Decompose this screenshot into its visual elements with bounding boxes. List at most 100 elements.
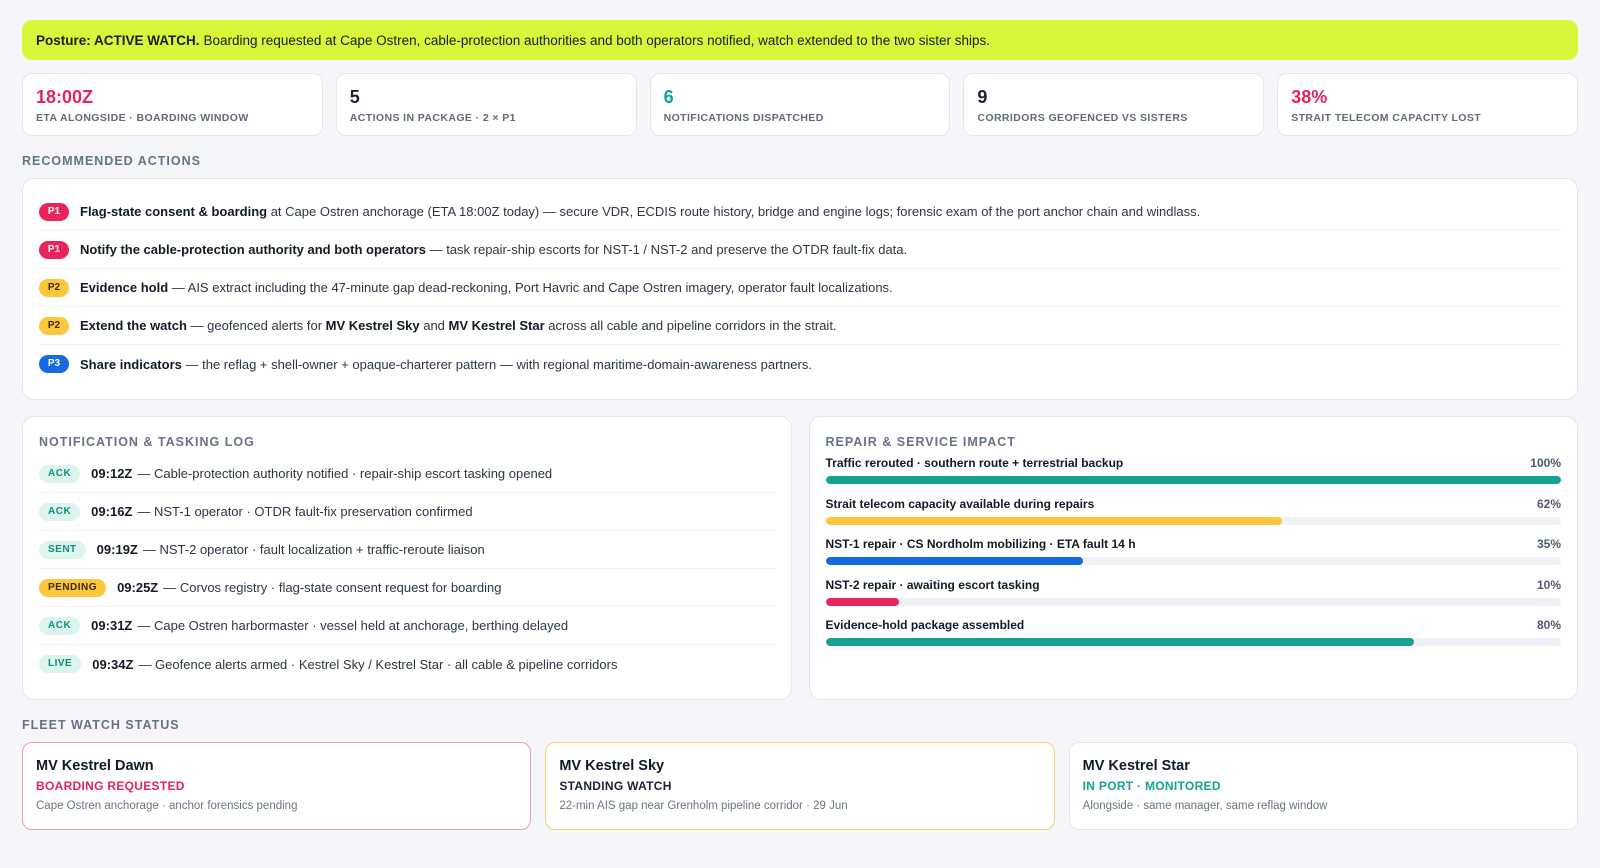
action-text: Evidence hold — AIS extract including th…: [80, 280, 893, 295]
action-text: Notify the cable-protection authority an…: [80, 242, 908, 257]
log-text: — Geofence alerts armed · Kestrel Sky / …: [138, 656, 618, 672]
log-entry[interactable]: ACK 09:16Z — NST-1 operator · OTDR fault…: [39, 493, 775, 531]
impact-label: Evidence-hold package assembled: [825, 618, 1025, 632]
log-time: 09:25Z: [117, 580, 159, 595]
posture-label: Posture: ACTIVE WATCH.: [36, 32, 200, 48]
log-entry[interactable]: LIVE 09:34Z — Geofence alerts armed · Ke…: [39, 645, 775, 683]
action-text: Extend the watch — geofenced alerts for …: [80, 318, 837, 333]
ship-name: MV Kestrel Sky: [559, 758, 665, 774]
actions-section-title: RECOMMENDED ACTIONS: [22, 154, 201, 168]
status-tag: ACK: [39, 502, 81, 521]
priority-badge: P2: [39, 316, 69, 335]
kpi-value: 18:00Z: [36, 87, 94, 107]
ship-status: BOARDING REQUESTED: [36, 779, 185, 793]
log-time: 09:12Z: [91, 466, 133, 481]
ship-status: STANDING WATCH: [559, 779, 672, 793]
impact-bars: Traffic rerouted · southern route + terr…: [825, 456, 1561, 659]
log-entry[interactable]: PENDING 09:25Z — Corvos registry · flag-…: [39, 569, 775, 607]
priority-badge: P3: [39, 355, 69, 373]
two-column-row: NOTIFICATION & TASKING LOG ACK 09:12Z — …: [22, 416, 1578, 700]
log-time: 09:34Z: [92, 656, 134, 672]
priority-badge: P1: [39, 240, 69, 259]
impact-item: Traffic rerouted · southern route + terr…: [825, 456, 1561, 497]
action-item[interactable]: P1 Notify the cable-protection authority…: [39, 231, 1561, 269]
priority-badge: P2: [39, 278, 69, 297]
kpi-actions: 5 ACTIONS IN PACKAGE · 2 × P1: [335, 73, 637, 136]
log-entry[interactable]: SENT 09:19Z — NST-2 operator · fault loc…: [39, 531, 775, 569]
log-list: ACK 09:12Z — Cable-protection authority …: [39, 455, 775, 683]
kpi-corridors: 9 CORRIDORS GEOFENCED VS SISTERS: [963, 73, 1265, 136]
posture-text: Boarding requested at Cape Ostren, cable…: [203, 32, 990, 48]
kpi-label: NOTIFICATIONS DISPATCHED: [663, 112, 824, 124]
status-tag: PENDING: [39, 578, 107, 597]
impact-item: Evidence-hold package assembled 80%: [825, 618, 1561, 659]
log-entry[interactable]: ACK 09:12Z — Cable-protection authority …: [39, 455, 775, 493]
status-tag: SENT: [39, 540, 86, 559]
impact-percent: 62%: [1536, 496, 1561, 511]
log-text: — NST-2 operator · fault localization + …: [142, 542, 485, 557]
progress-track: [825, 638, 1561, 646]
kpi-value: 6: [663, 87, 674, 107]
ship-note: Alongside · same manager, same reflag wi…: [1082, 800, 1328, 812]
impact-item: NST-1 repair · CS Nordholm mobilizing · …: [825, 537, 1561, 578]
impact-label: Strait telecom capacity available during…: [825, 496, 1095, 511]
impact-label: Traffic rerouted · southern route + terr…: [825, 456, 1124, 470]
impact-percent: 35%: [1536, 537, 1561, 551]
log-text: — Cape Ostren harbormaster · vessel held…: [137, 618, 569, 633]
log-time: 09:16Z: [91, 504, 133, 519]
ship-note: 22-min AIS gap near Grenholm pipeline co…: [559, 800, 848, 812]
kpi-notifications: 6 NOTIFICATIONS DISPATCHED: [649, 73, 951, 136]
progress-fill: [825, 557, 1083, 565]
ship-card-kestrel-star[interactable]: MV Kestrel Star IN PORT · MONITORED Alon…: [1068, 742, 1578, 830]
kpi-eta: 18:00Z ETA ALONGSIDE · BOARDING WINDOW: [22, 73, 323, 136]
ship-name: MV Kestrel Star: [1082, 758, 1190, 774]
impact-title: REPAIR & SERVICE IMPACT: [825, 435, 1016, 449]
status-tag: ACK: [39, 464, 81, 483]
status-tag: ACK: [39, 616, 81, 635]
kpi-label: ETA ALONGSIDE · BOARDING WINDOW: [36, 112, 249, 124]
kpi-value: 5: [349, 87, 360, 107]
recommended-actions-panel: P1 Flag-state consent & boarding at Cape…: [22, 178, 1578, 400]
progress-track: [825, 597, 1561, 606]
repair-impact-panel: REPAIR & SERVICE IMPACT Traffic rerouted…: [808, 416, 1578, 700]
ship-card-kestrel-dawn[interactable]: MV Kestrel Dawn BOARDING REQUESTED Cape …: [22, 742, 532, 830]
impact-label: NST-2 repair · awaiting escort tasking: [825, 577, 1040, 592]
action-item[interactable]: P2 Evidence hold — AIS extract including…: [39, 269, 1561, 307]
action-item[interactable]: P2 Extend the watch — geofenced alerts f…: [39, 307, 1561, 345]
progress-track: [825, 557, 1561, 565]
log-entry[interactable]: ACK 09:31Z — Cape Ostren harbormaster · …: [39, 607, 775, 645]
action-item[interactable]: P3 Share indicators — the reflag + shell…: [39, 345, 1561, 383]
ship-card-kestrel-sky[interactable]: MV Kestrel Sky STANDING WATCH 22-min AIS…: [545, 742, 1055, 830]
ship-name: MV Kestrel Dawn: [36, 758, 154, 774]
kpi-value: 38%: [1291, 87, 1328, 107]
log-text: — Cable-protection authority notified · …: [137, 466, 553, 481]
impact-item: NST-2 repair · awaiting escort tasking 10…: [825, 577, 1561, 619]
impact-percent: 10%: [1536, 577, 1561, 592]
impact-percent: 80%: [1536, 618, 1561, 632]
status-tag: LIVE: [39, 655, 82, 673]
progress-fill: [825, 516, 1282, 525]
kpi-value: 9: [977, 87, 988, 107]
impact-label: NST-1 repair · CS Nordholm mobilizing · …: [825, 537, 1136, 551]
kpi-capacity-lost: 38% STRAIT TELECOM CAPACITY LOST: [1277, 73, 1578, 136]
progress-fill: [825, 597, 900, 606]
action-text: Flag-state consent & boarding at Cape Os…: [80, 204, 1201, 219]
log-text: — Corvos registry · flag-state consent r…: [163, 580, 502, 595]
dashboard: Posture: ACTIVE WATCH. Boarding requeste…: [22, 20, 1578, 830]
progress-track: [825, 516, 1561, 525]
log-text: — NST-1 operator · OTDR fault-fix preser…: [137, 504, 473, 519]
priority-badge: P1: [39, 202, 69, 221]
fleet-cards: MV Kestrel Dawn BOARDING REQUESTED Cape …: [22, 742, 1578, 830]
impact-percent: 100%: [1530, 456, 1561, 470]
notification-log-panel: NOTIFICATION & TASKING LOG ACK 09:12Z — …: [22, 416, 792, 700]
kpi-label: CORRIDORS GEOFENCED VS SISTERS: [977, 112, 1188, 124]
ship-note: Cape Ostren anchorage · anchor forensics…: [36, 800, 298, 812]
posture-banner: Posture: ACTIVE WATCH. Boarding requeste…: [22, 20, 1578, 60]
kpi-label: STRAIT TELECOM CAPACITY LOST: [1291, 112, 1482, 124]
progress-track: [825, 476, 1561, 484]
action-item[interactable]: P1 Flag-state consent & boarding at Cape…: [39, 193, 1561, 231]
progress-fill: [825, 638, 1414, 646]
impact-item: Strait telecom capacity available during…: [825, 496, 1561, 538]
log-time: 09:19Z: [96, 542, 138, 557]
ship-status: IN PORT · MONITORED: [1082, 779, 1221, 793]
